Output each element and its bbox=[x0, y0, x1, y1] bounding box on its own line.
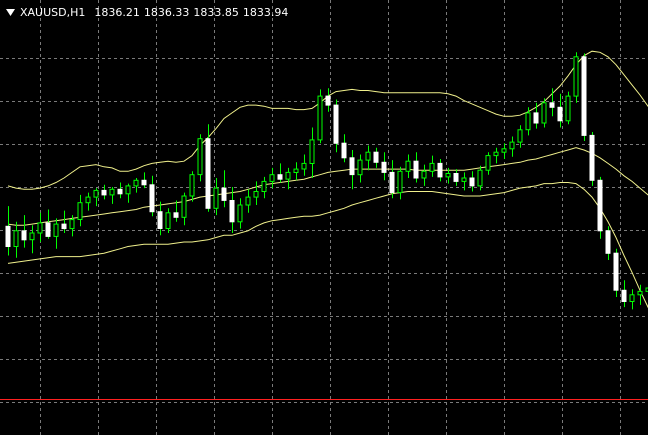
open-price: 1836.21 bbox=[94, 5, 140, 19]
candle-body-bear bbox=[101, 189, 107, 196]
candle-body-bull bbox=[133, 179, 139, 187]
candle-body-bear bbox=[605, 230, 611, 254]
candle-body-bear bbox=[597, 179, 603, 232]
candle-body-bull bbox=[285, 171, 291, 180]
candle-body-bear bbox=[141, 179, 147, 186]
candle-body-bear bbox=[277, 174, 283, 180]
candle-body-bull bbox=[357, 159, 363, 176]
candle-body-bear bbox=[45, 222, 51, 237]
candle-body-bull bbox=[29, 232, 35, 241]
bollinger-band-upper bbox=[7, 50, 648, 190]
candle-body-bull bbox=[509, 141, 515, 150]
candle-body-bear bbox=[61, 223, 67, 230]
candle-body-bear bbox=[5, 225, 11, 248]
candle-body-bull bbox=[501, 148, 507, 153]
candle-body-bull bbox=[461, 177, 467, 182]
candle-body-bear bbox=[581, 56, 587, 136]
candle-body-bear bbox=[453, 173, 459, 182]
candle-body-bull bbox=[293, 168, 299, 174]
candle-body-bull bbox=[69, 219, 75, 230]
candle-body-bear bbox=[349, 157, 355, 176]
candle-body-bull bbox=[397, 170, 403, 194]
candle-body-bull bbox=[189, 174, 195, 197]
candle-body-bear bbox=[589, 134, 595, 181]
candle-body-bear bbox=[229, 200, 235, 223]
candle-body-bull bbox=[485, 155, 491, 171]
candle-body-bull bbox=[573, 56, 579, 97]
candle-body-bull bbox=[309, 139, 315, 164]
candle-body-bull bbox=[269, 174, 275, 182]
chart-plot-area[interactable] bbox=[0, 0, 648, 435]
candle-body-bear bbox=[413, 160, 419, 179]
high-price: 1836.33 bbox=[143, 5, 190, 19]
symbol-timeframe-label: XAUUSD,H1 bbox=[20, 5, 86, 19]
candle-body-bull bbox=[181, 195, 187, 218]
chart-header: XAUUSD,H1 1836.21 1836.33 1833.85 1833.9… bbox=[5, 4, 288, 20]
candle-body-bear bbox=[157, 211, 163, 229]
candle-body-bull bbox=[637, 290, 643, 296]
candle-body-bear bbox=[21, 230, 27, 241]
candle-body-bull bbox=[53, 223, 59, 237]
candle-body-bull bbox=[541, 102, 547, 124]
candle-body-bull bbox=[405, 160, 411, 172]
candle-body-bear bbox=[389, 171, 395, 194]
candle-body-bear bbox=[325, 95, 331, 106]
candle-body-bull bbox=[237, 204, 243, 223]
bollinger-band-lower bbox=[7, 182, 648, 309]
candle-body-bull bbox=[525, 112, 531, 131]
candle-body-bull bbox=[85, 196, 91, 204]
candle-body-bull bbox=[253, 191, 259, 198]
candle-body-bear bbox=[149, 184, 155, 213]
candle-body-bear bbox=[173, 212, 179, 218]
candle-body-bull bbox=[245, 196, 251, 206]
triangle-down-icon[interactable] bbox=[5, 6, 15, 18]
candle-body-bull bbox=[37, 222, 43, 234]
candle-body-bear bbox=[333, 104, 339, 144]
candle-body-bull bbox=[213, 187, 219, 209]
candle-body-bull bbox=[629, 294, 635, 302]
candle-body-bear bbox=[117, 188, 123, 195]
candle-body-bear bbox=[621, 289, 627, 302]
chart-window[interactable]: XAUUSD,H1 1836.21 1836.33 1833.85 1833.9… bbox=[0, 0, 648, 435]
candle-body-bull bbox=[517, 129, 523, 143]
candle-body-bull bbox=[93, 189, 99, 198]
candle-body-bull bbox=[421, 170, 427, 179]
candle-body-bear bbox=[613, 252, 619, 291]
candle-body-bull bbox=[317, 95, 323, 141]
candle-body-bull bbox=[493, 151, 499, 157]
candle-body-bull bbox=[77, 202, 83, 220]
candle-body-bear bbox=[437, 162, 443, 178]
close-price: 1833.94 bbox=[242, 5, 289, 19]
candle-body-bear bbox=[549, 102, 555, 108]
candle-body-bear bbox=[557, 106, 563, 122]
candle-body-bull bbox=[365, 151, 371, 161]
candle-body-bear bbox=[221, 187, 227, 201]
candle-body-bull bbox=[197, 138, 203, 176]
candle-body-bull bbox=[445, 173, 451, 178]
candle-body-bull bbox=[301, 162, 307, 170]
low-price: 1833.85 bbox=[193, 5, 239, 19]
candle-body-bear bbox=[341, 142, 347, 159]
candle-body-bull bbox=[565, 95, 571, 122]
candle-body-bull bbox=[165, 212, 171, 230]
candle-body-bear bbox=[469, 177, 475, 187]
candle-body-bear bbox=[205, 138, 211, 209]
candle-body-bear bbox=[373, 151, 379, 163]
candle-body-bear bbox=[533, 112, 539, 124]
candle-body-bull bbox=[125, 185, 131, 195]
candle-body-bull bbox=[261, 180, 267, 192]
candle-body-bull bbox=[477, 169, 483, 187]
candle-body-bull bbox=[13, 230, 19, 248]
candle-body-bull bbox=[109, 188, 115, 196]
candle-body-bear bbox=[381, 161, 387, 173]
candle-body-bull bbox=[429, 162, 435, 172]
